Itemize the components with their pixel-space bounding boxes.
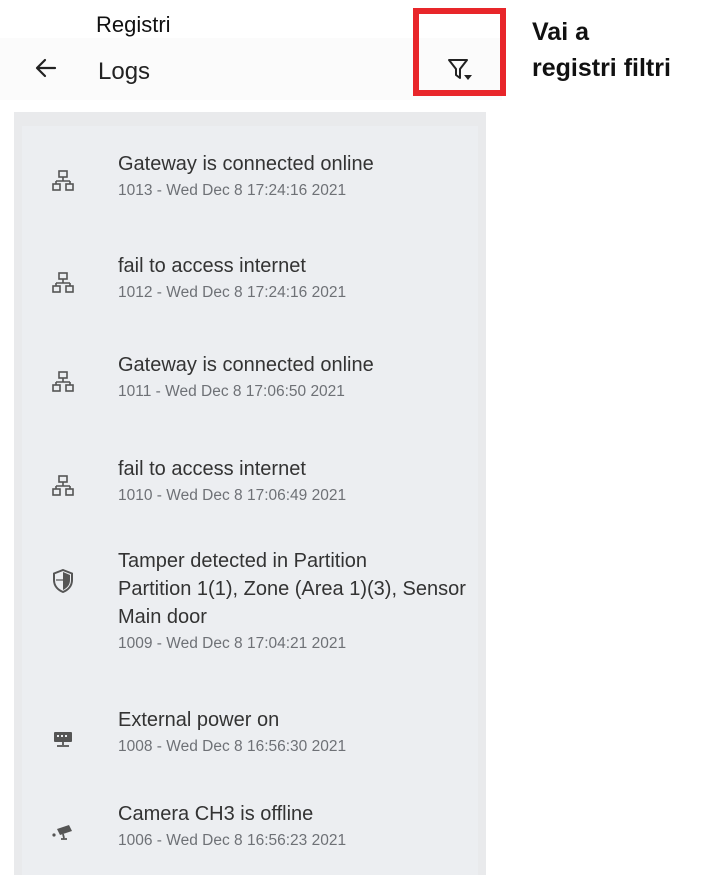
log-item[interactable]: fail to access internet 1010 - Wed Dec 8… <box>22 455 478 535</box>
log-subtitle: 1010 - Wed Dec 8 17:06:49 2021 <box>118 487 347 504</box>
log-title: fail to access internet <box>118 255 306 277</box>
filter-highlight-box <box>413 8 506 96</box>
log-title-line-3: Main door <box>118 606 207 628</box>
log-title: Camera CH3 is offline <box>118 803 314 825</box>
log-title: Gateway is connected online <box>118 153 374 175</box>
log-subtitle: 1012 - Wed Dec 8 17:24:16 2021 <box>118 284 347 301</box>
network-icon <box>50 270 76 296</box>
log-subtitle: 1009 - Wed Dec 8 17:04:21 2021 <box>118 635 347 652</box>
caption-registri: Registri <box>96 12 171 37</box>
log-list: Gateway is connected online 1013 - Wed D… <box>14 112 486 875</box>
log-subtitle: 1011 - Wed Dec 8 17:06:50 2021 <box>118 383 345 400</box>
page-title: Logs <box>98 58 151 85</box>
log-subtitle: 1013 - Wed Dec 8 17:24:16 2021 <box>118 182 347 199</box>
camera-icon <box>50 820 76 846</box>
log-item[interactable]: External power on 1008 - Wed Dec 8 16:56… <box>22 706 478 786</box>
filter-callout: Vai a registri filtri <box>532 14 710 86</box>
log-title: fail to access internet <box>118 458 306 480</box>
log-item[interactable]: Gateway is connected online 1013 - Wed D… <box>22 150 478 230</box>
network-icon <box>50 473 76 499</box>
log-title: External power on <box>118 709 280 731</box>
network-icon <box>50 168 76 194</box>
callout-line-2: registri filtri <box>532 54 671 82</box>
log-title: Gateway is connected online <box>118 354 374 376</box>
arrow-left-icon <box>35 58 57 78</box>
log-item[interactable]: Camera CH3 is offline 1006 - Wed Dec 8 1… <box>22 800 478 880</box>
log-title-line-2: Partition 1(1), Zone (Area 1)(3), Sensor <box>118 578 466 600</box>
app-screen: Registri Logs Gateway is connected onlin… <box>0 0 502 875</box>
log-subtitle: 1008 - Wed Dec 8 16:56:30 2021 <box>118 738 347 755</box>
network-icon <box>50 369 76 395</box>
log-subtitle: 1006 - Wed Dec 8 16:56:23 2021 <box>118 832 347 849</box>
shield-icon <box>50 568 76 594</box>
log-item[interactable]: fail to access internet 1012 - Wed Dec 8… <box>22 252 478 332</box>
log-item[interactable]: Tamper detected in Partition Partition 1… <box>22 547 478 687</box>
log-item[interactable]: Gateway is connected online 1011 - Wed D… <box>22 351 478 431</box>
power-supply-icon <box>50 726 76 752</box>
log-list-inner: Gateway is connected online 1013 - Wed D… <box>22 126 478 875</box>
callout-line-1: Vai a <box>532 18 589 46</box>
log-title-line-1: Tamper detected in Partition <box>118 550 368 572</box>
back-button[interactable] <box>30 50 62 86</box>
